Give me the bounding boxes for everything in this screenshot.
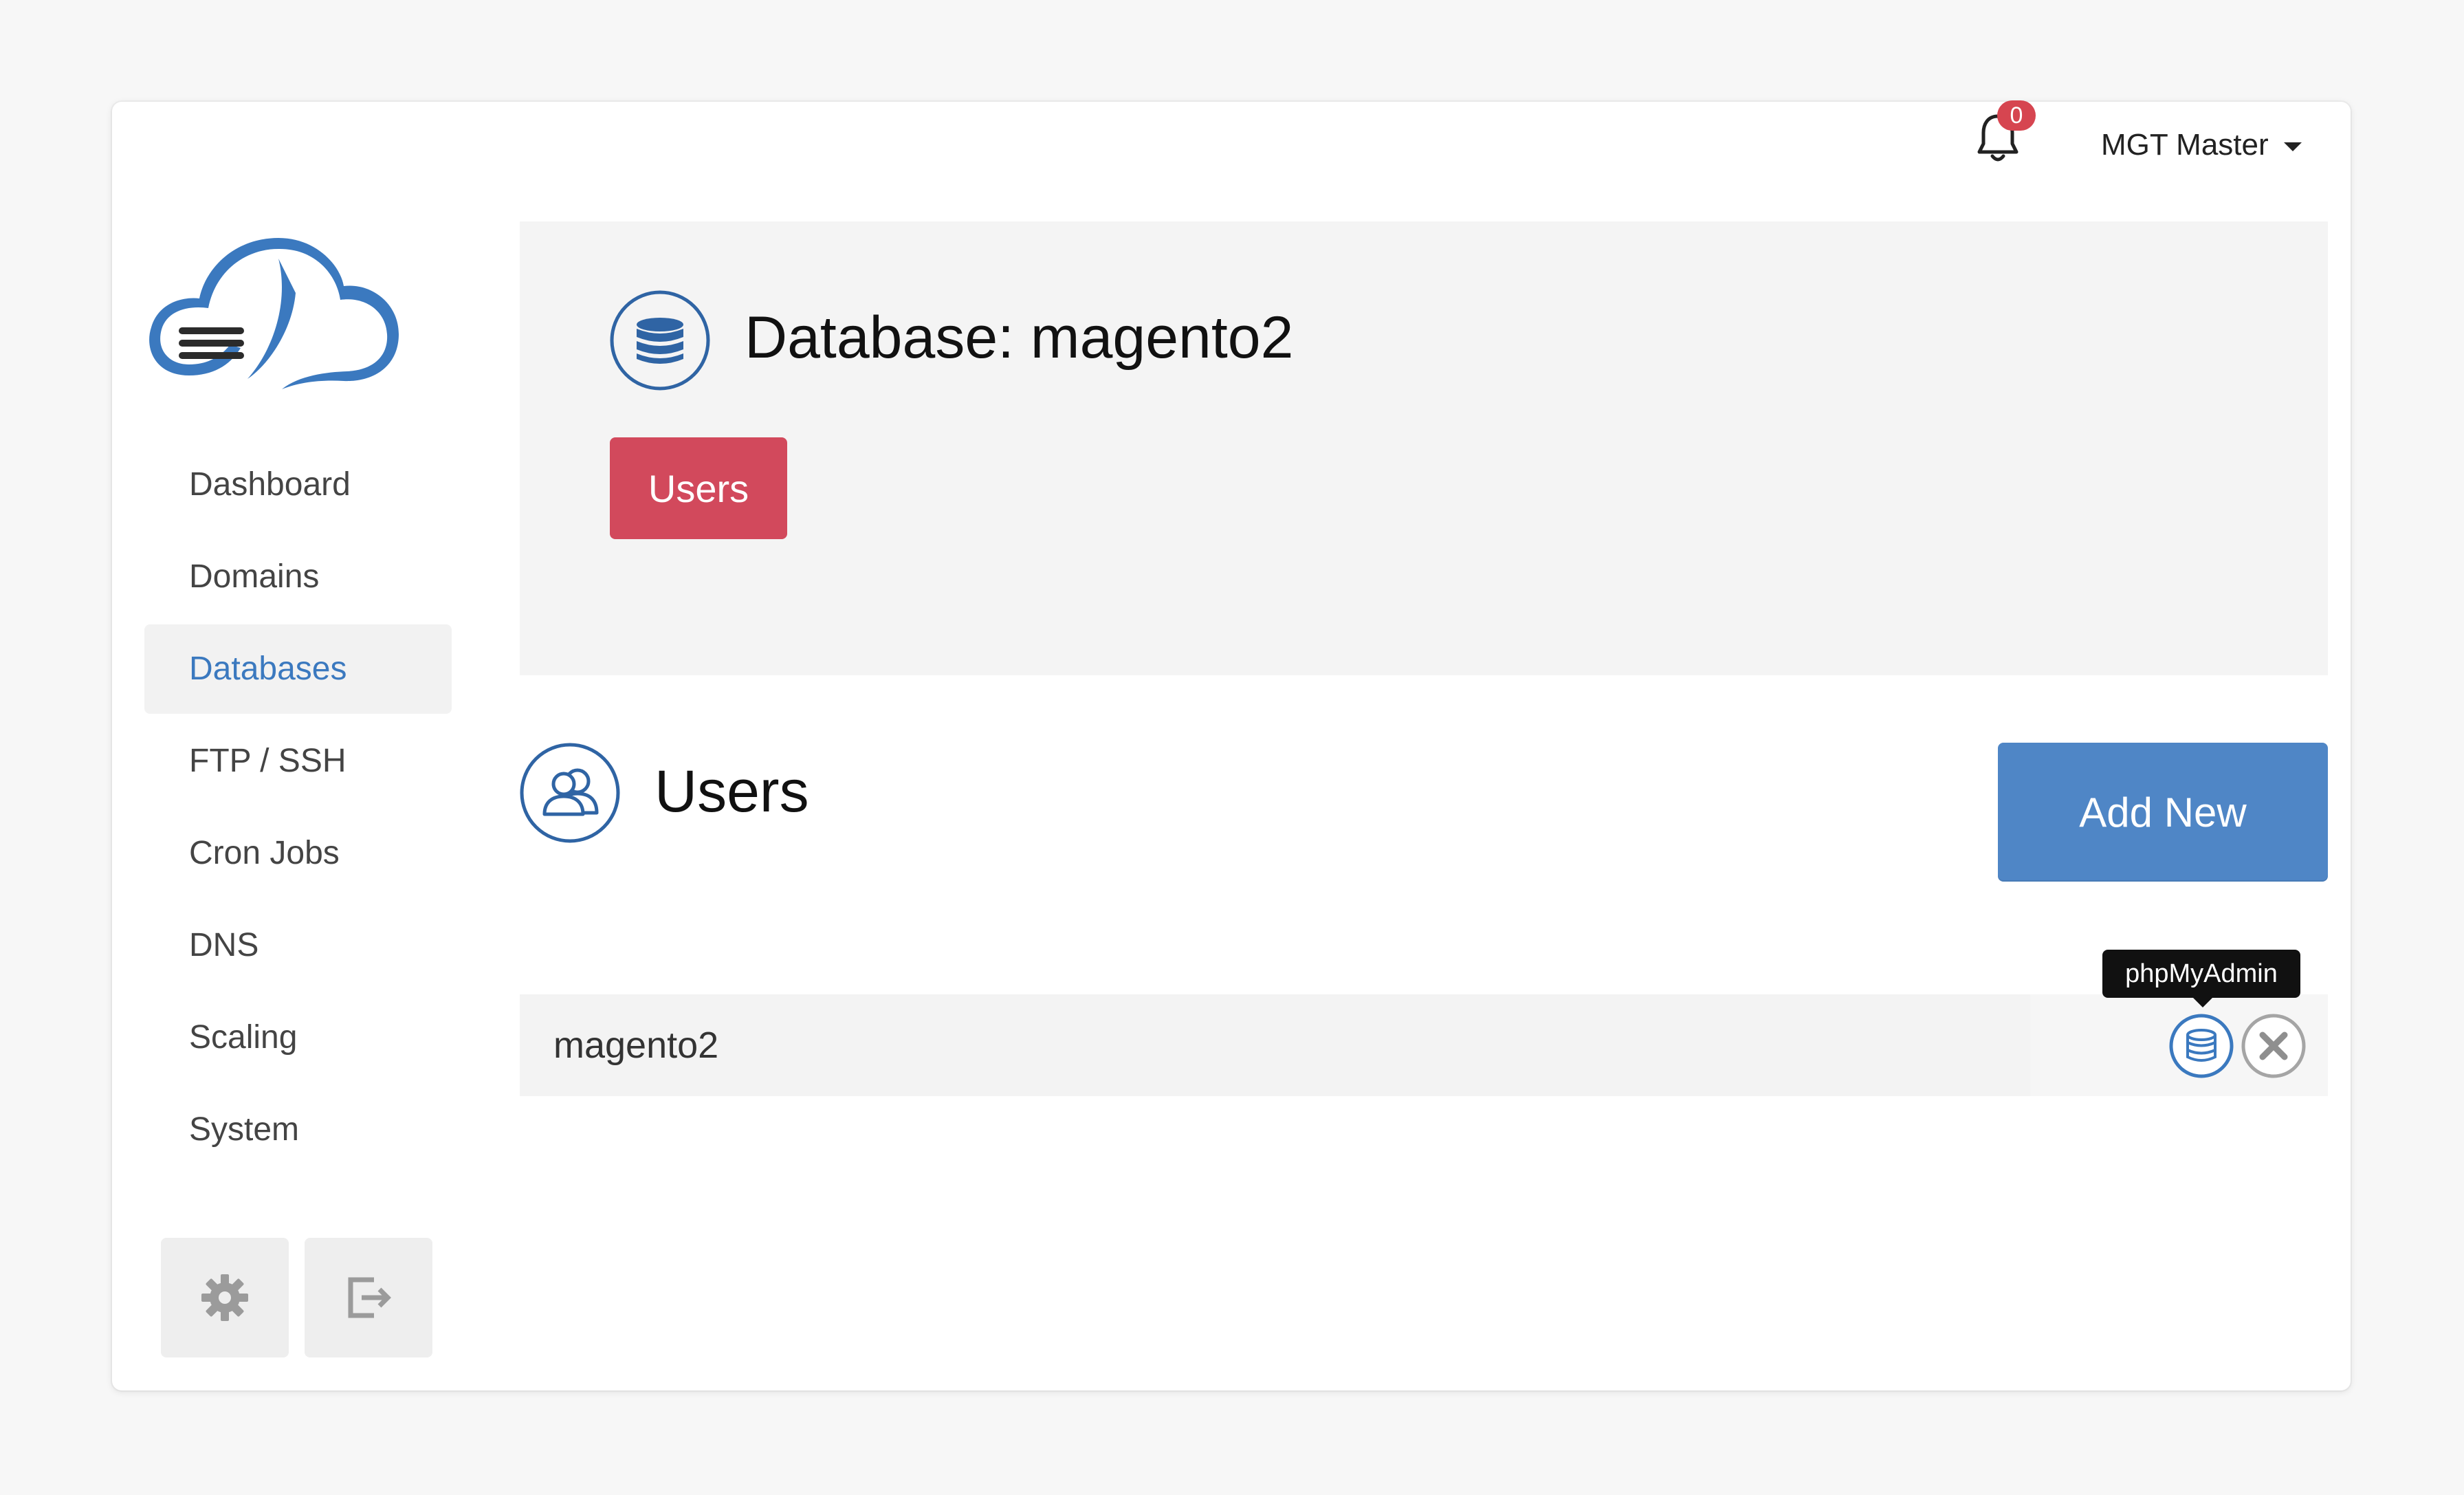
logout-icon <box>348 1277 391 1318</box>
sidebar-item-ftp-ssh[interactable]: FTP / SSH <box>144 717 452 806</box>
notification-badge: 0 <box>1997 100 2036 131</box>
tooltip-arrow <box>2192 996 2214 1007</box>
sidebar-item-dashboard[interactable]: Dashboard <box>144 440 452 530</box>
sidebar-item-dns[interactable]: DNS <box>144 901 452 990</box>
caret-down-icon <box>2283 142 2302 151</box>
logout-button[interactable] <box>305 1238 432 1357</box>
cloud-server-logo <box>149 238 399 389</box>
sidebar-item-scaling[interactable]: Scaling <box>144 993 452 1082</box>
add-new-button[interactable]: Add New <box>1998 743 2328 882</box>
sidebar-nav: Dashboard Domains Databases FTP / SSH Cr… <box>144 440 452 1177</box>
settings-button[interactable] <box>161 1238 289 1357</box>
user-name-cell: magento2 <box>553 1025 719 1066</box>
users-section-title: Users <box>654 759 809 825</box>
gear-icon <box>201 1274 248 1321</box>
sidebar-item-system[interactable]: System <box>144 1085 452 1175</box>
user-menu[interactable]: MGT Master <box>2101 121 2302 169</box>
phpmyadmin-button[interactable] <box>2168 1013 2234 1079</box>
sidebar-item-domains[interactable]: Domains <box>144 532 452 622</box>
users-tab-button[interactable]: Users <box>610 437 787 539</box>
database-icon <box>610 290 710 391</box>
sidebar-item-databases[interactable]: Databases <box>144 624 452 714</box>
users-icon <box>520 743 620 843</box>
database-header-card <box>520 221 2328 675</box>
delete-button[interactable] <box>2241 1013 2307 1079</box>
sidebar-item-cron-jobs[interactable]: Cron Jobs <box>144 809 452 898</box>
database-title: Database: magento2 <box>745 305 1294 371</box>
phpmyadmin-tooltip: phpMyAdmin <box>2102 950 2300 998</box>
user-name: MGT Master <box>2101 128 2269 162</box>
